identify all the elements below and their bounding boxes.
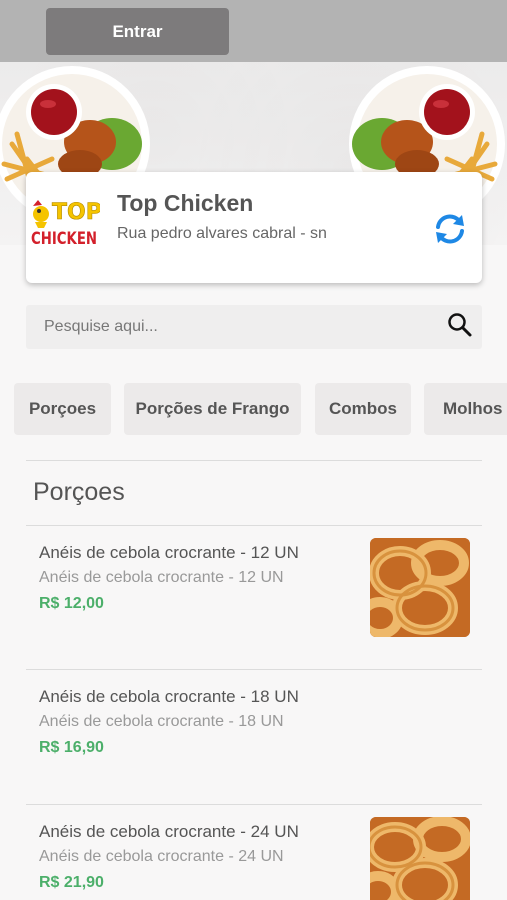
svg-text:TOP: TOP xyxy=(52,200,100,225)
svg-text:CHICKEN: CHICKEN xyxy=(31,229,97,248)
product-image xyxy=(370,538,470,637)
product-price: R$ 21,90 xyxy=(39,874,104,891)
tab-combos[interactable]: Combos xyxy=(315,383,411,435)
tab-molhos[interactable]: Molhos xyxy=(424,383,507,435)
product-title: Anéis de cebola crocrante - 12 UN xyxy=(39,543,299,562)
product-title: Anéis de cebola crocrante - 24 UN xyxy=(39,822,299,841)
product-price: R$ 12,00 xyxy=(39,595,104,612)
search-placeholder: Pesquise aqui... xyxy=(44,318,158,335)
product-description: Anéis de cebola crocrante - 24 UN xyxy=(39,848,284,865)
product-description: Anéis de cebola crocrante - 12 UN xyxy=(39,569,284,586)
enter-button[interactable]: Entrar xyxy=(46,8,229,55)
store-logo: TOP CHICKEN xyxy=(31,200,100,248)
product-description: Anéis de cebola crocrante - 18 UN xyxy=(39,713,284,730)
top-bar: Entrar xyxy=(0,0,507,62)
section-title: Porçoes xyxy=(33,478,125,506)
tab-porcoes-de-frango[interactable]: Porções de Frango xyxy=(124,383,301,435)
product-price: R$ 16,90 xyxy=(39,739,104,756)
product-item[interactable]: Anéis de cebola crocrante - 18 UN Anéis … xyxy=(26,670,482,804)
refresh-icon[interactable] xyxy=(431,210,469,248)
product-image xyxy=(370,817,470,900)
product-title: Anéis de cebola crocrante - 18 UN xyxy=(39,687,299,706)
product-item[interactable]: Anéis de cebola crocrante - 24 UN Anéis … xyxy=(26,805,482,900)
category-tabs: Porçoes Porções de Frango Combos Molhos xyxy=(0,383,507,435)
search-icon[interactable] xyxy=(446,311,474,339)
divider xyxy=(26,460,482,461)
product-item[interactable]: Anéis de cebola crocrante - 12 UN Anéis … xyxy=(26,526,482,669)
tab-porcoes[interactable]: Porçoes xyxy=(14,383,111,435)
store-name: Top Chicken xyxy=(117,190,254,216)
store-address: Rua pedro alvares cabral - sn xyxy=(117,225,327,242)
store-card: TOP CHICKEN Top Chicken Rua pedro alvare… xyxy=(26,172,482,283)
search-input[interactable]: Pesquise aqui... xyxy=(26,305,482,349)
